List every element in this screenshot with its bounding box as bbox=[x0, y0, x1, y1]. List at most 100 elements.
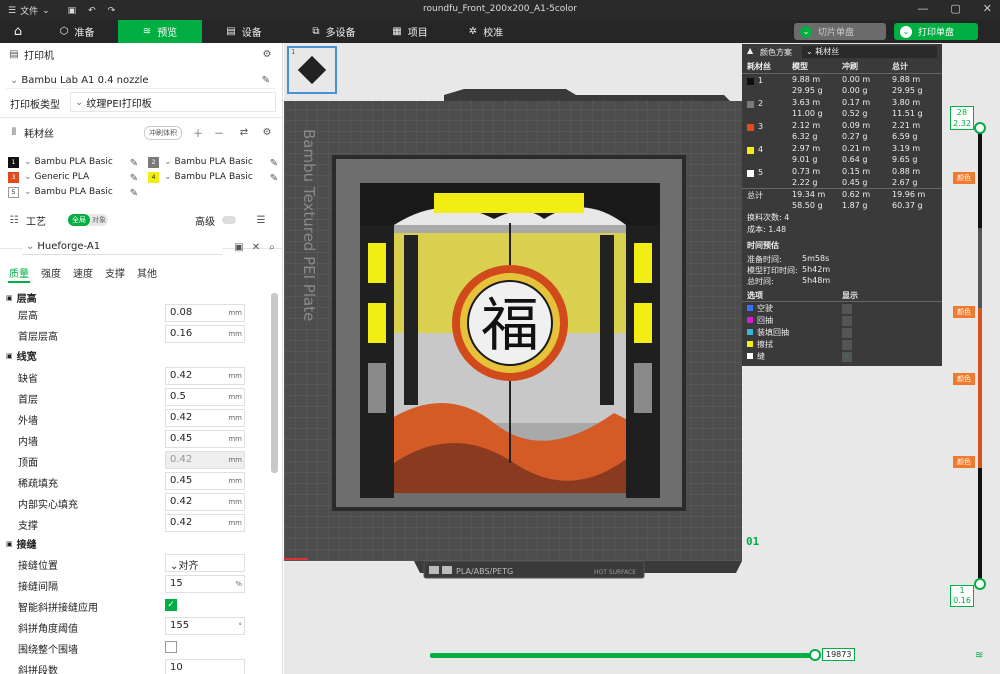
tab-prepare[interactable]: ⬡ 准备 bbox=[36, 20, 118, 43]
subtab-4[interactable]: 其他 bbox=[133, 265, 165, 281]
color-change-badge[interactable]: 颜色 bbox=[953, 456, 975, 468]
param-input[interactable]: 155 bbox=[165, 617, 245, 635]
stats-value: 6.32 g bbox=[792, 132, 818, 141]
subtab-0[interactable]: 质量 bbox=[0, 265, 37, 281]
edit-icon[interactable]: ✎ bbox=[268, 172, 280, 184]
option-visibility-checkbox[interactable] bbox=[842, 304, 852, 314]
option-visibility-checkbox[interactable] bbox=[842, 340, 852, 350]
slider-handle-bottom[interactable] bbox=[974, 578, 986, 590]
param-checkbox[interactable]: ✓ bbox=[165, 599, 177, 611]
flush-volume-button[interactable]: 冲刷体积 bbox=[144, 126, 182, 140]
param-input[interactable]: 15 bbox=[165, 575, 245, 593]
layers-toggle-icon[interactable]: ≋ bbox=[975, 650, 983, 661]
color-change-badge[interactable]: 颜色 bbox=[953, 373, 975, 385]
stats-value: 2.67 g bbox=[892, 178, 918, 187]
filament-select[interactable]: ⌄ Bambu PLA Basic bbox=[164, 172, 253, 182]
chevron-down-icon: ⌄ bbox=[24, 172, 32, 182]
param-checkbox[interactable] bbox=[165, 641, 177, 653]
home-button[interactable]: ⌂ bbox=[0, 20, 36, 43]
edit-icon[interactable]: ✎ bbox=[128, 172, 140, 184]
stats-value: 0.52 g bbox=[842, 109, 868, 118]
process-preset-select[interactable]: ⌄ Hueforge-A1 bbox=[22, 238, 222, 255]
tab-multi-device[interactable]: ⧉ 多设备 bbox=[286, 20, 382, 43]
color-change-badge[interactable]: 颜色 bbox=[953, 172, 975, 184]
param-unit: mm bbox=[228, 414, 242, 422]
subtab-1[interactable]: 强度 bbox=[37, 265, 69, 281]
layer-slider[interactable] bbox=[974, 118, 986, 598]
close-icon[interactable]: ✕ bbox=[983, 2, 992, 15]
tab-preview[interactable]: ≋ 预览 bbox=[118, 20, 202, 43]
stats-value: 2.97 m bbox=[792, 144, 821, 153]
options-header: 选项 bbox=[747, 291, 763, 300]
list-icon[interactable]: ☰ bbox=[255, 214, 267, 226]
filament-color-swatch[interactable]: 2 bbox=[148, 157, 159, 168]
printer-select[interactable]: ⌄ Bambu Lab A1 0.4 nozzle ✎ bbox=[6, 72, 276, 89]
filament-color-swatch[interactable]: 4 bbox=[148, 172, 159, 183]
filament-select[interactable]: ⌄ Generic PLA bbox=[24, 172, 89, 182]
advanced-toggle[interactable] bbox=[222, 216, 236, 224]
filament-select[interactable]: ⌄ Bambu PLA Basic bbox=[24, 187, 113, 197]
group-seam_group[interactable]: ▣ 接缝 bbox=[0, 533, 270, 554]
slider-handle-top[interactable] bbox=[974, 122, 986, 134]
close-icon[interactable]: ✕ bbox=[250, 241, 262, 253]
sync-icon[interactable]: ⇄ bbox=[238, 126, 250, 138]
tab-device[interactable]: ▤ 设备 bbox=[202, 20, 286, 43]
maximize-icon[interactable]: ▢ bbox=[950, 2, 960, 15]
move-slider[interactable] bbox=[430, 649, 821, 661]
collapse-icon[interactable]: ▲ bbox=[747, 46, 753, 55]
process-preset: Hueforge-A1 bbox=[37, 240, 101, 252]
stats-value: 6.59 g bbox=[892, 132, 918, 141]
plate-type-select[interactable]: ⌄ 纹理PEI打印板 bbox=[70, 92, 276, 112]
option-visibility-checkbox[interactable] bbox=[842, 328, 852, 338]
edit-icon[interactable]: ✎ bbox=[128, 157, 140, 169]
print-plate-button[interactable]: ⌄ 打印单盘 bbox=[894, 23, 978, 40]
param-label: 缺省 bbox=[18, 374, 38, 385]
color-change-badge[interactable]: 颜色 bbox=[953, 306, 975, 318]
scrollbar[interactable] bbox=[271, 293, 278, 473]
gear-icon[interactable]: ⚙ bbox=[261, 126, 273, 138]
tab-calibrate[interactable]: ✲ 校准 bbox=[438, 20, 534, 43]
move-slider-handle[interactable] bbox=[809, 649, 821, 661]
filament-color-swatch[interactable]: 5 bbox=[8, 187, 19, 198]
color-scheme-select[interactable]: ⌄ 耗材丝 bbox=[802, 46, 937, 58]
global-option[interactable]: 全局 bbox=[68, 214, 90, 226]
option-visibility-checkbox[interactable] bbox=[842, 316, 852, 326]
gear-icon[interactable]: ⚙ bbox=[261, 48, 273, 60]
stats-value: 0.17 m bbox=[842, 98, 871, 107]
param-select[interactable]: ⌄对齐 bbox=[165, 554, 245, 572]
minus-icon[interactable]: － bbox=[213, 126, 225, 140]
object-option[interactable]: 对象 bbox=[90, 214, 108, 226]
slice-plate-button[interactable]: ⌄ 切片单盘 bbox=[794, 23, 886, 40]
search-icon[interactable]: ⌕ bbox=[266, 241, 278, 253]
edit-icon[interactable]: ✎ bbox=[268, 157, 280, 169]
group-width_group[interactable]: ▣ 线宽 bbox=[0, 345, 270, 366]
tab-preview-label: 预览 bbox=[157, 28, 178, 39]
tab-project[interactable]: ▦ 项目 bbox=[382, 20, 438, 43]
color-scheme-label: 颜色方案 bbox=[760, 48, 792, 57]
cube-icon: ⬡ bbox=[59, 26, 69, 37]
minimize-icon[interactable]: — bbox=[917, 2, 928, 15]
subtab-3[interactable]: 支撑 bbox=[101, 265, 133, 281]
plus-icon[interactable]: ＋ bbox=[192, 126, 204, 140]
param-label: 内部实心填充 bbox=[18, 500, 78, 511]
option-label: 回抽 bbox=[757, 316, 773, 325]
total-total-m: 19.96 m bbox=[892, 190, 926, 199]
chevron-down-icon: ⌄ bbox=[75, 96, 84, 108]
option-color bbox=[747, 305, 753, 311]
filament-select[interactable]: ⌄ Bambu PLA Basic bbox=[164, 157, 253, 167]
save-icon[interactable]: ▣ bbox=[233, 241, 245, 253]
filament-color-swatch[interactable]: 1 bbox=[8, 157, 19, 168]
subtab-2[interactable]: 速度 bbox=[69, 265, 101, 281]
param-outer_wall: 外墙 0.42 mm bbox=[0, 408, 270, 429]
filament-select[interactable]: ⌄ Bambu PLA Basic bbox=[24, 157, 113, 167]
global-object-toggle[interactable]: 全局 对象 bbox=[68, 214, 108, 226]
plate-thumbnail[interactable]: 1 bbox=[287, 46, 337, 94]
filament-color-swatch[interactable]: 3 bbox=[8, 172, 19, 183]
edit-icon[interactable]: ✎ bbox=[260, 74, 272, 86]
option-visibility-checkbox[interactable]: ✓ bbox=[842, 352, 852, 362]
param-inner_wall: 内墙 0.45 mm bbox=[0, 429, 270, 450]
total-flush-m: 0.62 m bbox=[842, 190, 871, 199]
param-unit: mm bbox=[228, 456, 242, 464]
param-input[interactable]: 10 bbox=[165, 659, 245, 674]
edit-icon[interactable]: ✎ bbox=[128, 187, 140, 199]
